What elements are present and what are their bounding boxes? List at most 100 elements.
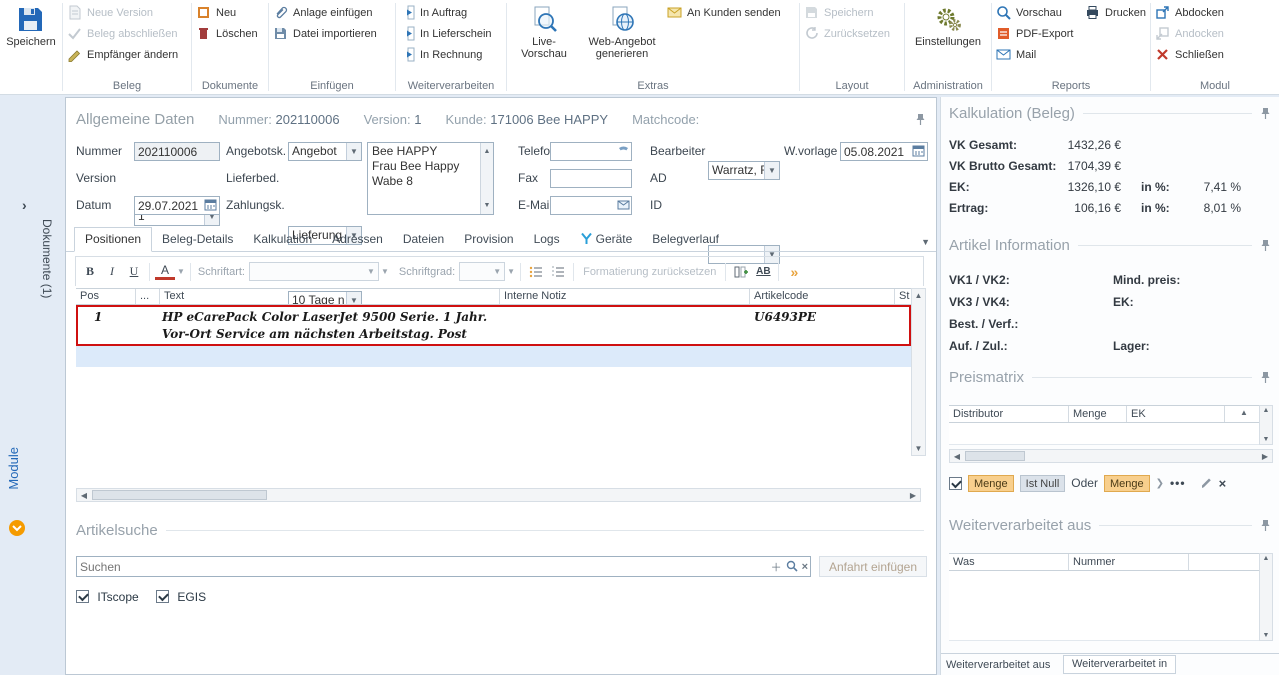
tab-dateien[interactable]: Dateien: [393, 228, 454, 251]
mail-button[interactable]: Mail: [992, 44, 1040, 65]
filter-field-badge[interactable]: Menge: [1104, 475, 1150, 492]
einstellungen-button[interactable]: Einstellungen: [910, 2, 986, 79]
preismatrix-grid-body[interactable]: [949, 423, 1259, 445]
filter-expand-chevron-icon[interactable]: ❯: [1156, 478, 1164, 489]
datei-importieren-button[interactable]: Datei importieren: [269, 23, 381, 44]
col-interne-notiz[interactable]: Interne Notiz: [500, 289, 750, 304]
itscope-checkbox[interactable]: [76, 590, 89, 603]
calendar-icon[interactable]: [912, 144, 925, 160]
vorschau-button[interactable]: Vorschau: [992, 2, 1066, 23]
weiterverarbeitet-grid-body[interactable]: [949, 571, 1259, 641]
search-input[interactable]: [76, 556, 811, 577]
col-text[interactable]: Text: [160, 289, 500, 304]
sidebar-item-module[interactable]: Module: [6, 447, 21, 490]
egis-checkbox[interactable]: [156, 590, 169, 603]
filter-clear-icon[interactable]: ×: [1219, 476, 1227, 491]
tab-kalkulation[interactable]: Kalkulation: [243, 228, 322, 251]
grid-vertical-scrollbar[interactable]: ▲▼: [911, 288, 926, 456]
pin-icon[interactable]: [1260, 239, 1271, 252]
drucken-button[interactable]: Drucken: [1081, 2, 1150, 23]
empty-row-highlight[interactable]: [76, 346, 911, 367]
tab-overflow-chevron-icon[interactable]: ▼: [921, 237, 930, 247]
filter-edit-icon[interactable]: [1200, 475, 1213, 491]
calendar-icon[interactable]: [204, 198, 217, 214]
grid-horizontal-scrollbar[interactable]: ◀ ▶: [76, 488, 921, 502]
sidebar-item-dokumente[interactable]: Dokumente (1): [40, 219, 54, 298]
pdf-export-button[interactable]: PDF-Export: [992, 23, 1077, 44]
table-row[interactable]: 1 HP eCarePack Color LaserJet 9500 Serie…: [76, 305, 911, 346]
col-nummer[interactable]: Nummer: [1069, 554, 1189, 570]
preismatrix-horizontal-scrollbar[interactable]: ◀ ▶: [949, 449, 1273, 463]
in-auftrag-button[interactable]: In Auftrag: [396, 2, 471, 23]
reset-formatting-button[interactable]: Formatierung zurücksetzen: [579, 266, 720, 278]
clear-icon[interactable]: ×: [802, 561, 808, 573]
pin-icon[interactable]: [915, 113, 926, 126]
pin-icon[interactable]: [1260, 371, 1271, 384]
tab-positionen[interactable]: Positionen: [74, 227, 152, 252]
font-color-button[interactable]: A: [155, 263, 175, 280]
zuruecksetzen-button[interactable]: Zurücksetzen: [800, 23, 894, 44]
col-pos[interactable]: Pos: [76, 289, 136, 304]
tab-geraete[interactable]: Geräte: [570, 228, 643, 251]
nummer-input[interactable]: [134, 142, 220, 161]
add-icon[interactable]: ＋: [771, 559, 782, 575]
neue-version-button[interactable]: Neue Version: [63, 2, 157, 23]
schliessen-button[interactable]: Schließen: [1151, 44, 1228, 65]
weiterverarbeitet-vertical-scrollbar[interactable]: ▲▼: [1259, 553, 1273, 641]
web-angebot-button[interactable]: Web-Angebot generieren: [581, 2, 663, 79]
andocken-button[interactable]: Andocken: [1151, 23, 1228, 44]
anfahrt-einfuegen-button[interactable]: Anfahrt einfügen: [819, 556, 927, 577]
col-st[interactable]: St: [895, 289, 911, 304]
col-artikelcode[interactable]: Artikelcode: [750, 289, 895, 304]
schriftart-combo[interactable]: ▼: [249, 262, 379, 281]
italic-button[interactable]: I: [102, 262, 122, 282]
preismatrix-vertical-scrollbar[interactable]: ▲▼: [1259, 405, 1273, 445]
bullet-list-icon[interactable]: [526, 262, 546, 282]
an-kunden-senden-button[interactable]: An Kunden senden: [663, 2, 785, 23]
anlage-einfuegen-button[interactable]: Anlage einfügen: [269, 2, 377, 23]
schriftgrad-chevron-icon[interactable]: ▼: [507, 267, 515, 276]
save-button[interactable]: Speichern: [1, 2, 61, 94]
bearbeiter-select[interactable]: Warratz, Re▼: [708, 161, 780, 180]
filter-field-badge[interactable]: Menge: [968, 475, 1014, 492]
more-tools-icon[interactable]: »: [784, 262, 804, 282]
col-dots[interactable]: ...: [136, 289, 160, 304]
loeschen-button[interactable]: Löschen: [192, 23, 262, 44]
tab-provision[interactable]: Provision: [454, 228, 523, 251]
tab-logs[interactable]: Logs: [524, 228, 570, 251]
bold-button[interactable]: B: [80, 262, 100, 282]
tab-weiterverarbeitet-aus[interactable]: Weiterverarbeitet aus: [946, 659, 1050, 671]
module-orb-icon[interactable]: [8, 519, 26, 540]
angebotsk-select[interactable]: Angebot▼: [288, 142, 362, 161]
filter-checkbox[interactable]: [949, 477, 962, 490]
schriftart-chevron-icon[interactable]: ▼: [381, 267, 389, 276]
scroll-left-icon[interactable]: ◀: [950, 452, 964, 461]
scrollbar-thumb[interactable]: [965, 451, 1025, 461]
scrollbar-thumb[interactable]: [92, 490, 267, 500]
filter-more-button[interactable]: •••: [1170, 476, 1186, 490]
tab-weiterverarbeitet-in[interactable]: Weiterverarbeitet in: [1063, 655, 1176, 674]
tab-beleg-details[interactable]: Beleg-Details: [152, 228, 243, 251]
filter-operator-badge[interactable]: Ist Null: [1020, 475, 1066, 492]
insert-column-icon[interactable]: [731, 262, 751, 282]
neu-button[interactable]: Neu: [192, 2, 240, 23]
col-was[interactable]: Was: [949, 554, 1069, 570]
scroll-right-icon[interactable]: ▶: [1258, 452, 1272, 461]
tab-adressen[interactable]: Adressen: [322, 228, 393, 251]
numbered-list-icon[interactable]: [548, 262, 568, 282]
underline-button[interactable]: U: [124, 262, 144, 282]
search-icon[interactable]: [786, 560, 798, 575]
abdocken-button[interactable]: Abdocken: [1151, 2, 1228, 23]
col-distributor[interactable]: Distributor: [949, 406, 1069, 422]
expand-chevron-icon[interactable]: ›: [22, 197, 27, 213]
pin-icon[interactable]: [1260, 107, 1271, 120]
empfaenger-aendern-button[interactable]: Empfänger ändern: [63, 44, 182, 65]
pin-icon[interactable]: [1260, 519, 1271, 532]
col-ek[interactable]: EK: [1127, 406, 1225, 422]
address-box[interactable]: Bee HAPPY Frau Bee Happy Wabe 8 ▲▼: [367, 142, 494, 215]
schriftgrad-combo[interactable]: ▼: [459, 262, 505, 281]
scroll-left-icon[interactable]: ◀: [77, 491, 91, 500]
scroll-right-icon[interactable]: ▶: [906, 491, 920, 500]
tab-belegverlauf[interactable]: Belegverlauf: [642, 228, 729, 251]
layout-speichern-button[interactable]: Speichern: [800, 2, 878, 23]
